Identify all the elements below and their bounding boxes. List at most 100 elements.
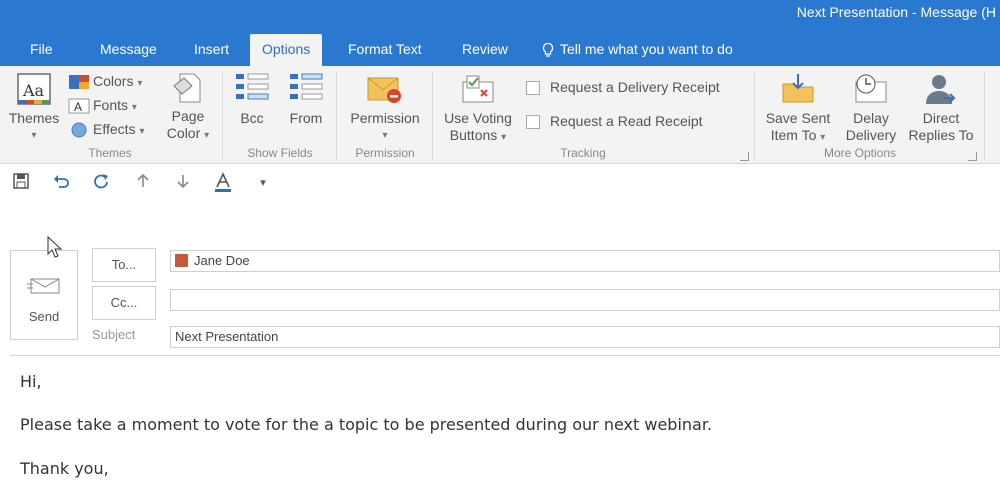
chevron-down-icon: ▾ xyxy=(382,130,388,141)
permission-label: Permission xyxy=(350,110,420,126)
subject-label: Subject xyxy=(92,327,136,342)
effects-icon xyxy=(71,122,87,138)
header-body-divider xyxy=(10,355,1000,356)
fonts-icon: A xyxy=(68,98,90,114)
subject-field[interactable]: Next Presentation xyxy=(170,326,1000,348)
send-icon xyxy=(27,278,60,294)
group-label-tracking: Tracking xyxy=(560,146,606,160)
group-divider xyxy=(222,72,223,160)
page-color-icon xyxy=(173,73,201,103)
to-button[interactable]: To... xyxy=(92,248,156,282)
themes-label: Themes xyxy=(8,110,60,126)
cc-field[interactable] xyxy=(170,289,1000,311)
quick-access-toolbar: ▾ xyxy=(0,165,1000,199)
checkbox[interactable] xyxy=(526,81,540,96)
tab-insert[interactable]: Insert xyxy=(194,34,229,66)
group-divider xyxy=(754,72,755,160)
direct-replies-icon xyxy=(926,75,956,104)
save-icon[interactable] xyxy=(10,172,32,194)
save-sent-item-button[interactable]: Save Sent Item To ▾ xyxy=(760,72,836,146)
save-sent-label-2: Item To xyxy=(770,127,817,143)
more-options-dialog-launcher-icon[interactable] xyxy=(968,152,977,161)
save-sent-icon xyxy=(782,74,814,103)
redo-icon[interactable] xyxy=(90,172,112,194)
title-bar: Next Presentation - Message (H File Mess… xyxy=(0,0,1000,66)
delay-delivery-button[interactable]: Delay Delivery xyxy=(838,72,904,144)
arrow-down-icon[interactable] xyxy=(172,172,194,194)
to-recipient[interactable]: Jane Doe xyxy=(194,253,250,268)
colors-label: Colors xyxy=(93,73,134,89)
body-message[interactable]: Please take a moment to vote for the a t… xyxy=(20,415,712,434)
voting-label-2: Buttons xyxy=(449,127,498,143)
direct-label-2: Replies To xyxy=(908,127,974,143)
bcc-icon xyxy=(236,73,269,100)
voting-label-1: Use Voting xyxy=(444,110,512,126)
from-button[interactable]: From xyxy=(284,72,328,127)
group-divider xyxy=(984,72,985,160)
delay-label-1: Delay xyxy=(853,110,889,126)
bcc-label: Bcc xyxy=(240,110,264,126)
to-field[interactable]: Jane Doe xyxy=(170,250,1000,272)
chevron-down-icon: ▾ xyxy=(131,102,137,113)
undo-icon[interactable] xyxy=(50,172,72,194)
body-greeting[interactable]: Hi, xyxy=(20,372,42,391)
mouse-cursor-icon xyxy=(47,236,63,258)
cc-button[interactable]: Cc... xyxy=(92,286,156,320)
group-label-themes: Themes xyxy=(88,146,132,160)
tab-review[interactable]: Review xyxy=(462,34,508,66)
group-divider xyxy=(432,72,433,160)
read-receipt-label: Request a Read Receipt xyxy=(550,113,703,129)
send-label: Send xyxy=(28,309,60,324)
bcc-button[interactable]: Bcc xyxy=(230,72,274,127)
page-color-label-1: Page xyxy=(171,108,205,124)
arrow-up-icon[interactable] xyxy=(132,172,154,194)
chevron-down-icon: ▾ xyxy=(501,132,507,143)
themes-button[interactable]: Aa Themes ▾ xyxy=(4,72,64,144)
save-sent-label-1: Save Sent xyxy=(765,110,831,126)
tab-format-text[interactable]: Format Text xyxy=(348,34,422,66)
page-color-button[interactable]: Page Color ▾ xyxy=(160,72,216,144)
tab-file[interactable]: File xyxy=(30,34,53,66)
fonts-button[interactable]: A Fonts ▾ xyxy=(68,94,137,116)
delivery-receipt-checkbox[interactable]: Request a Delivery Receipt xyxy=(526,76,720,98)
delivery-receipt-label: Request a Delivery Receipt xyxy=(550,79,720,95)
ribbon: Aa Themes ▾ Colors ▾ A Fonts ▾ Effects ▾… xyxy=(0,66,1000,164)
fonts-label: Fonts xyxy=(93,97,129,113)
customize-toolbar-icon[interactable]: ▾ xyxy=(252,172,274,194)
tell-me-search[interactable]: Tell me what you want to do xyxy=(540,34,733,66)
lightbulb-icon xyxy=(542,43,554,57)
from-icon xyxy=(290,73,323,100)
font-color-icon[interactable] xyxy=(212,172,234,194)
effects-button[interactable]: Effects ▾ xyxy=(68,118,144,140)
voting-buttons-button[interactable]: Use Voting Buttons ▾ xyxy=(436,72,520,146)
page-color-label-2: Color xyxy=(166,125,201,141)
recipient-contact-icon xyxy=(175,254,188,268)
ribbon-tabs: File Message Insert Options Format Text … xyxy=(0,34,1000,66)
svg-text:Aa: Aa xyxy=(22,81,45,100)
chevron-down-icon: ▾ xyxy=(204,130,210,141)
chevron-down-icon: ▾ xyxy=(137,78,143,89)
chevron-down-icon: ▾ xyxy=(139,126,145,137)
body-signoff[interactable]: Thank you, xyxy=(20,459,109,478)
checkbox[interactable] xyxy=(526,115,540,130)
direct-replies-button[interactable]: Direct Replies To xyxy=(902,72,980,144)
group-label-permission: Permission xyxy=(355,146,415,160)
permission-icon xyxy=(367,77,401,103)
tab-message[interactable]: Message xyxy=(100,34,157,66)
voting-icon xyxy=(462,75,494,103)
direct-label-1: Direct xyxy=(922,110,960,126)
delay-label-2: Delivery xyxy=(845,127,897,143)
themes-icon: Aa xyxy=(17,73,51,105)
chevron-down-icon: ▾ xyxy=(820,132,826,143)
permission-button[interactable]: Permission ▾ xyxy=(342,72,428,144)
colors-button[interactable]: Colors ▾ xyxy=(68,70,142,92)
read-receipt-checkbox[interactable]: Request a Read Receipt xyxy=(526,110,703,132)
tab-options[interactable]: Options xyxy=(250,34,323,66)
chevron-down-icon: ▾ xyxy=(31,130,37,141)
tracking-dialog-launcher-icon[interactable] xyxy=(740,152,749,161)
window-title: Next Presentation - Message (H xyxy=(796,4,996,20)
colors-icon xyxy=(69,75,89,90)
svg-text:A: A xyxy=(74,100,82,114)
send-button[interactable]: Send xyxy=(10,250,78,340)
effects-label: Effects xyxy=(93,121,136,137)
